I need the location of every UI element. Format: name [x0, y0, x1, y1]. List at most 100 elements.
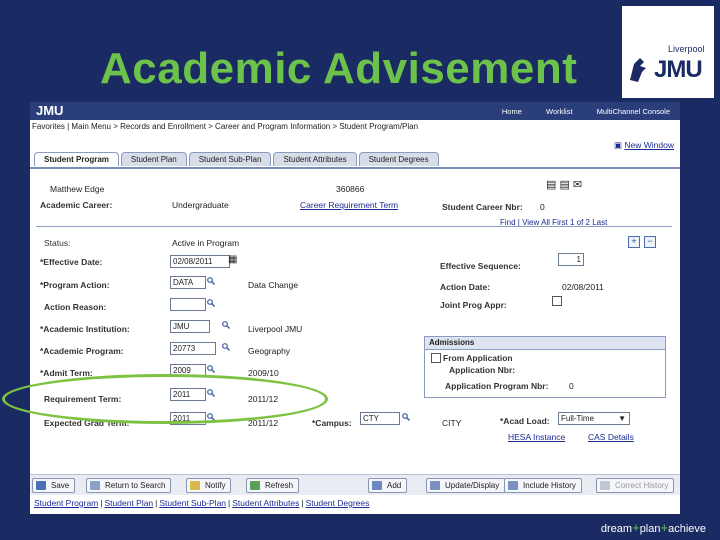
- requirement-term-label: Requirement Term:: [44, 394, 122, 404]
- effective-date-input[interactable]: 02/08/2011: [170, 255, 230, 268]
- action-date-value: 02/08/2011: [562, 282, 604, 292]
- joint-prog-checkbox[interactable]: [552, 296, 562, 306]
- refresh-button[interactable]: Refresh: [246, 478, 300, 493]
- calendar-icon[interactable]: ▦: [228, 254, 237, 265]
- expected-grad-term-desc: 2011/12: [248, 418, 279, 428]
- admissions-box: Admissions From Application Application …: [424, 336, 666, 398]
- return-to-search-button[interactable]: Return to Search: [86, 478, 172, 493]
- acad-load-select[interactable]: Full-Time ▼: [558, 412, 630, 425]
- multichannel-link[interactable]: MultiChannel Console: [597, 107, 670, 116]
- admit-term-input[interactable]: 2009: [170, 364, 206, 377]
- hesa-instance-link[interactable]: HESA Instance: [508, 432, 565, 442]
- slogan: dream+plan+achieve: [600, 520, 706, 535]
- tab-bar: Student Program Student Plan Student Sub-P…: [34, 152, 441, 168]
- app-topbar: JMU Home Worklist MultiChannel Console: [30, 102, 680, 120]
- home-link[interactable]: Home: [502, 107, 522, 116]
- expected-grad-term-input[interactable]: 2011: [170, 412, 206, 425]
- academic-career-label: Academic Career:: [40, 200, 113, 210]
- admit-term-lookup-icon[interactable]: [207, 365, 215, 373]
- tab-student-program[interactable]: Student Program: [34, 152, 119, 166]
- campus-desc: CITY: [442, 418, 462, 428]
- bottom-link-student-plan[interactable]: Student Plan: [104, 498, 153, 508]
- bottom-link-student-attributes[interactable]: Student Attributes: [232, 498, 299, 508]
- bottom-link-student-sub-plan[interactable]: Student Sub-Plan: [159, 498, 226, 508]
- liver-bird-icon: [630, 58, 646, 82]
- add-button[interactable]: Add: [368, 478, 408, 493]
- breadcrumb[interactable]: Favorites | Main Menu > Records and Enro…: [32, 122, 418, 131]
- campus-input[interactable]: CTY: [360, 412, 400, 425]
- toolbar-icons[interactable]: ▤ ▤ ✉: [546, 178, 582, 191]
- action-reason-input[interactable]: [170, 298, 206, 311]
- effective-sequence-label: Effective Sequence:: [440, 261, 521, 271]
- include-history-button[interactable]: Include History: [504, 478, 582, 493]
- action-date-label: Action Date:: [440, 282, 491, 292]
- requirement-term-desc: 2011/12: [248, 394, 279, 404]
- notify-icon: [190, 481, 200, 490]
- effective-date-label: *Effective Date:: [40, 257, 103, 267]
- program-lookup-icon[interactable]: [222, 343, 230, 351]
- section-divider: [36, 226, 672, 227]
- return-icon: [90, 481, 100, 490]
- acad-load-label: *Acad Load:: [500, 416, 550, 426]
- academic-career-value: Undergraduate: [172, 200, 229, 210]
- tab-student-degrees[interactable]: Student Degrees: [358, 152, 439, 166]
- tab-student-attributes[interactable]: Student Attributes: [273, 152, 357, 166]
- academic-institution-input[interactable]: JMU: [170, 320, 210, 333]
- institution-lookup-icon[interactable]: [222, 321, 230, 329]
- grad-term-lookup-icon[interactable]: [207, 413, 215, 421]
- add-icon: [372, 481, 382, 490]
- requirement-term-lookup-icon[interactable]: [207, 389, 215, 397]
- status-label: Status:: [44, 238, 71, 248]
- slide-footer: dream+plan+achieve: [0, 514, 720, 540]
- academic-program-input[interactable]: 20773: [170, 342, 216, 355]
- joint-prog-label: Joint Prog Appr:: [440, 300, 507, 310]
- correct-history-icon: [600, 481, 610, 490]
- top-links: Home Worklist MultiChannel Console: [480, 107, 670, 116]
- bottom-tab-links: Student Program | Student Plan | Student Sub…: [34, 498, 370, 508]
- slide-title: Academic Advisement: [100, 44, 578, 93]
- bottom-link-student-program[interactable]: Student Program: [34, 498, 98, 508]
- correct-history-button[interactable]: Correct History: [596, 478, 675, 493]
- refresh-icon: [250, 481, 260, 490]
- campus-lookup-icon[interactable]: [402, 413, 410, 421]
- program-action-lookup-icon[interactable]: [207, 277, 215, 285]
- history-icon: [508, 481, 518, 490]
- bottom-link-student-degrees[interactable]: Student Degrees: [306, 498, 370, 508]
- from-application-checkbox[interactable]: [431, 353, 441, 363]
- logo-big-text: JMU: [654, 56, 703, 83]
- academic-institution-label: *Academic Institution:: [40, 324, 130, 334]
- application-nbr-label: Application Nbr:: [449, 365, 516, 375]
- student-career-nbr-value: 0: [540, 202, 545, 212]
- campus-label: *Campus:: [312, 418, 352, 428]
- update-display-button[interactable]: Update/Display: [426, 478, 506, 493]
- save-button[interactable]: Save: [32, 478, 76, 493]
- worklist-link[interactable]: Worklist: [546, 107, 573, 116]
- cas-details-link[interactable]: CAS Details: [588, 432, 634, 442]
- action-reason-lookup-icon[interactable]: [207, 299, 215, 307]
- tab-student-sub-plan[interactable]: Student Sub-Plan: [188, 152, 272, 166]
- career-requirement-term-link[interactable]: Career Requirement Term: [300, 200, 398, 210]
- student-career-nbr-label: Student Career Nbr:: [442, 202, 523, 212]
- effective-sequence-input[interactable]: 1: [558, 253, 584, 266]
- tab-student-plan[interactable]: Student Plan: [120, 152, 187, 166]
- new-window-link[interactable]: ▣ New Window: [614, 140, 674, 151]
- logo-small-text: Liverpool: [668, 44, 705, 54]
- requirement-term-input[interactable]: 2011: [170, 388, 206, 401]
- notify-button[interactable]: Notify: [186, 478, 232, 493]
- action-reason-label: Action Reason:: [44, 302, 107, 312]
- save-icon: [36, 481, 46, 490]
- academic-program-desc: Geography: [248, 346, 291, 356]
- application-program-nbr-label: Application Program Nbr:: [445, 381, 549, 391]
- application-program-nbr-value: 0: [569, 381, 574, 391]
- status-value: Active in Program: [172, 238, 240, 248]
- academic-institution-desc: Liverpool JMU: [248, 324, 303, 334]
- jmu-logo: Liverpool JMU: [622, 6, 714, 98]
- update-icon: [430, 481, 440, 490]
- add-row-icon[interactable]: +: [628, 236, 640, 248]
- program-action-input[interactable]: DATA: [170, 276, 206, 289]
- delete-row-icon[interactable]: −: [644, 236, 656, 248]
- action-button-bar: Save Return to Search Notify Refresh Add…: [30, 474, 680, 495]
- admissions-header: Admissions: [425, 337, 665, 350]
- tab-divider: [30, 167, 680, 169]
- program-action-desc: Data Change: [248, 280, 299, 290]
